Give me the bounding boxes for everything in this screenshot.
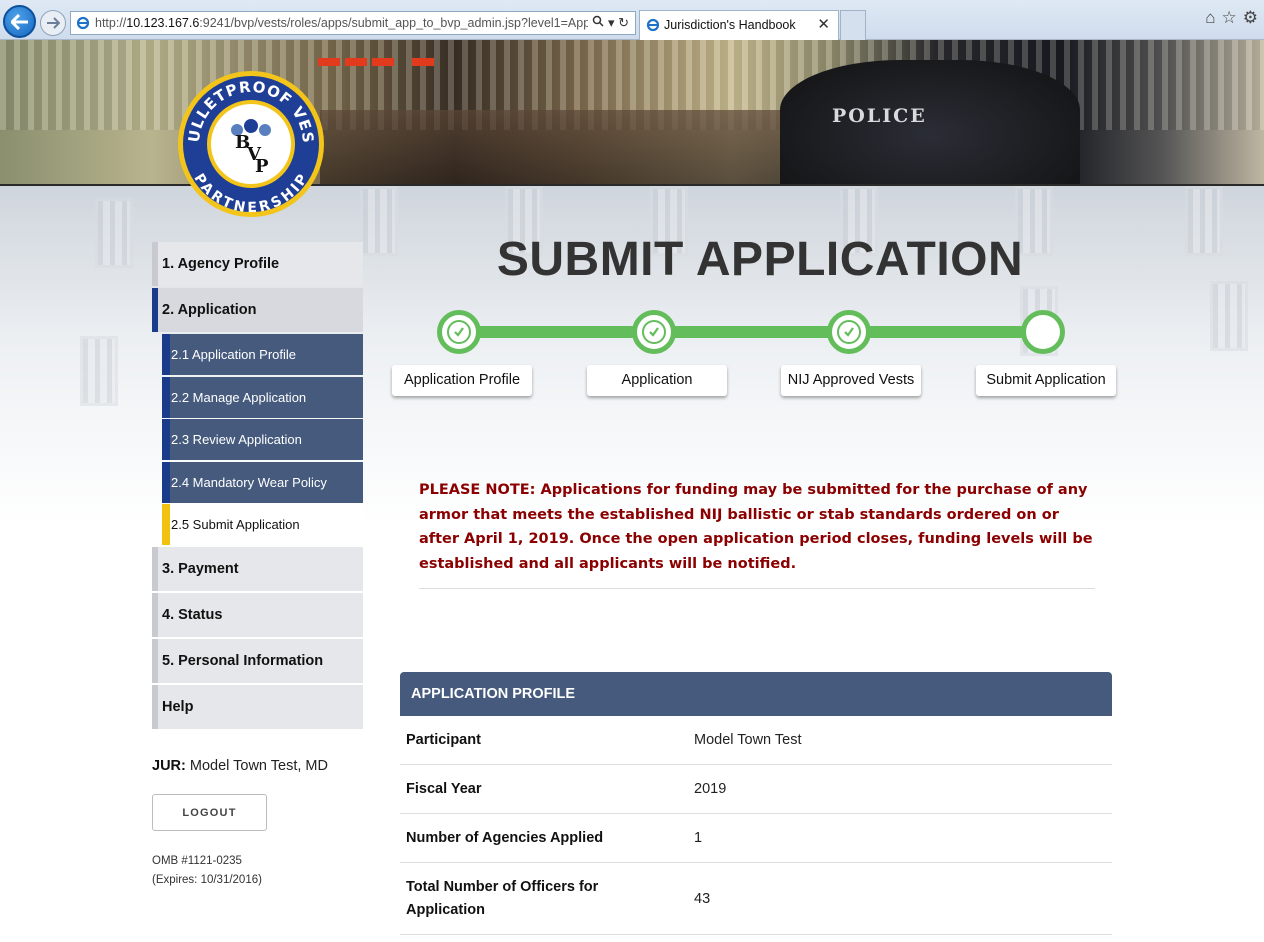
sidebar-subitem-submit-application[interactable]: 2.5 Submit Application — [162, 504, 363, 545]
sidebar-item-agency-profile[interactable]: 1. Agency Profile — [152, 242, 363, 286]
jurisdiction-label: JUR: — [152, 758, 186, 774]
address-bar-actions[interactable]: ▾ ↻ — [588, 12, 629, 34]
row-label: Number of Agencies Applied — [406, 830, 604, 846]
omb-info: OMB #1121-0235 (Expires: 10/31/2016) — [152, 852, 262, 890]
step-submit-application[interactable]: Submit Application — [976, 365, 1116, 396]
sidebar-subitem-review-application[interactable]: 2.3 Review Application — [162, 419, 363, 460]
application-profile-table: APPLICATION PROFILE Participant Model To… — [400, 672, 1112, 935]
sidebar-subitem-mandatory-wear-policy[interactable]: 2.4 Mandatory Wear Policy — [162, 461, 363, 503]
divider — [419, 588, 1095, 589]
home-favorites-tools-icons[interactable]: ⌂☆⚙ — [1205, 8, 1264, 28]
url-path: :9241/bvp/vests/roles/apps/submit_app_to… — [199, 16, 602, 30]
step-2-indicator — [632, 310, 676, 354]
checkmark-icon — [837, 320, 861, 344]
banner-vest-text: POLICE — [832, 105, 927, 127]
tab-jurisdiction-handbook[interactable]: Jurisdiction's Handbook ✕ — [639, 10, 839, 40]
row-value: 43 — [694, 890, 711, 907]
table-row: Number of Agencies Applied 1 — [400, 814, 1112, 863]
forward-button[interactable] — [40, 10, 66, 36]
refresh-icon[interactable]: ↻ — [618, 15, 629, 30]
dropdown-icon[interactable]: ▾ — [608, 15, 615, 30]
search-icon[interactable] — [592, 15, 604, 27]
step-4-indicator — [1021, 310, 1065, 354]
sidebar-item-personal-information[interactable]: 5. Personal Information — [152, 638, 363, 683]
step-application[interactable]: Application — [587, 365, 727, 396]
new-tab-button[interactable] — [840, 10, 866, 40]
row-value: Model Town Test — [694, 732, 802, 748]
sidebar-subitem-application-profile[interactable]: 2.1 Application Profile — [162, 334, 363, 375]
progress-track — [458, 326, 1043, 338]
row-value: 2019 — [694, 781, 727, 797]
step-application-profile[interactable]: Application Profile — [392, 365, 532, 396]
omb-number: OMB #1121-0235 — [152, 855, 242, 867]
close-tab-icon[interactable]: ✕ — [817, 11, 830, 39]
jurisdiction-value: Model Town Test, MD — [189, 758, 328, 774]
checkmark-icon — [642, 320, 666, 344]
sidebar-item-application[interactable]: 2. Application — [152, 288, 363, 332]
logo-monogram-p: P — [255, 156, 269, 177]
sidebar-item-status[interactable]: 4. Status — [152, 592, 363, 637]
arrow-right-icon — [47, 17, 60, 29]
sidebar-subitem-manage-application[interactable]: 2.2 Manage Application — [162, 376, 363, 418]
please-note-message: PLEASE NOTE: Applications for funding ma… — [419, 482, 1093, 572]
application-profile-heading: APPLICATION PROFILE — [400, 672, 1112, 716]
address-bar[interactable]: http://10.123.167.6:9241/bvp/vests/roles… — [70, 11, 636, 35]
row-value: 1 — [694, 830, 703, 846]
ie-icon — [646, 18, 660, 32]
logout-button[interactable]: LOGOUT — [152, 794, 267, 831]
arrow-left-icon — [10, 13, 28, 30]
browser-toolbar: http://10.123.167.6:9241/bvp/vests/roles… — [0, 0, 1264, 40]
table-row: Participant Model Town Test — [400, 716, 1112, 765]
jurisdiction-info: JUR: Model Town Test, MD — [152, 758, 328, 774]
table-row: Fiscal Year 2019 — [400, 765, 1112, 814]
sidebar-item-help[interactable]: Help — [152, 684, 363, 729]
row-label: Participant — [406, 732, 481, 748]
checkmark-icon — [447, 320, 471, 344]
step-nij-approved-vests[interactable]: NIJ Approved Vests — [781, 365, 921, 396]
sidebar-nav: 1. Agency Profile 2. Application 2.1 App… — [152, 242, 363, 731]
url-prefix: http:// — [95, 16, 127, 30]
step-3-indicator — [827, 310, 871, 354]
sidebar-item-payment[interactable]: 3. Payment — [152, 546, 363, 591]
step-1-indicator — [437, 310, 481, 354]
bvp-logo: BULLETPROOF VEST PARTNERSHIP B V P — [175, 68, 324, 217]
row-label: Fiscal Year — [406, 781, 482, 797]
url-host: 10.123.167.6 — [126, 16, 200, 30]
tab-title: Jurisdiction's Handbook — [664, 18, 796, 32]
back-button[interactable] — [3, 5, 36, 38]
omb-expiry: (Expires: 10/31/2016) — [152, 874, 262, 886]
row-label: Total Number of Officers for Application — [406, 878, 599, 918]
page-title: SUBMIT APPLICATION — [496, 233, 1024, 286]
ie-icon — [76, 16, 90, 30]
table-row: Total Number of Officers for Application… — [400, 863, 1112, 935]
